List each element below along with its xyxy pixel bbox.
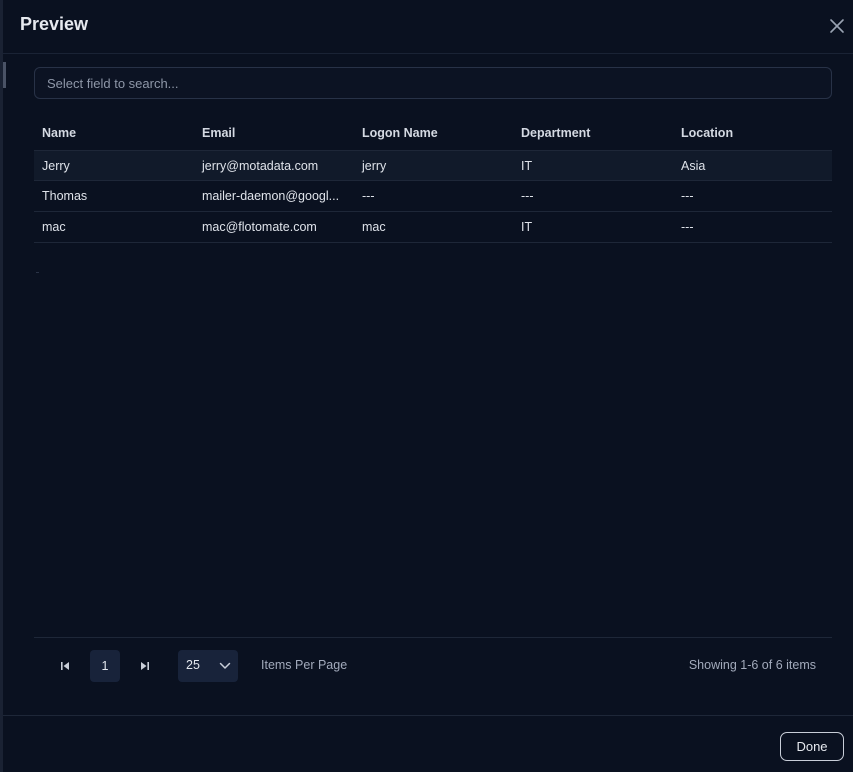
last-page-button[interactable] (137, 658, 153, 674)
cell-email: mac@flotomate.com (202, 220, 317, 234)
divider (3, 715, 853, 716)
items-per-page-value: 25 (186, 658, 200, 672)
items-per-page-select[interactable]: 25 (178, 650, 238, 682)
done-button[interactable]: Done (780, 732, 844, 761)
table-row[interactable]: mac mac@flotomate.com mac IT --- (34, 212, 832, 243)
cell-name: Jerry (42, 158, 70, 173)
divider (34, 637, 832, 638)
showing-items-text: Showing 1-6 of 6 items (688, 658, 816, 672)
pagination: 1 25 Items Per Page Showing 1-6 of 6 ite… (3, 650, 853, 682)
preview-dialog: Preview Name Email Logon Name Department… (0, 0, 853, 772)
close-button[interactable] (825, 14, 849, 38)
column-header-logon-name[interactable]: Logon Name (354, 126, 513, 140)
table-header: Name Email Logon Name Department Locatio… (34, 116, 832, 150)
items-per-page-label: Items Per Page (261, 658, 348, 672)
cell-department: --- (521, 189, 534, 203)
cell-logon-name: mac (362, 220, 386, 234)
cell-department: IT (521, 158, 533, 173)
first-page-icon (61, 662, 69, 670)
preview-table: Name Email Logon Name Department Locatio… (34, 116, 832, 243)
column-header-location[interactable]: Location (673, 126, 832, 140)
table-row[interactable]: Jerry jerry@motadata.com jerry IT Asia (34, 150, 832, 181)
last-page-icon (141, 662, 149, 670)
cell-email: mailer-daemon@googl... (202, 189, 340, 203)
cell-name: Thomas (42, 189, 88, 203)
cell-department: IT (521, 220, 533, 234)
page-number-button[interactable]: 1 (90, 650, 120, 682)
cell-email: jerry@motadata.com (202, 158, 319, 173)
divider (36, 272, 39, 273)
resize-handle (3, 62, 6, 88)
dialog-title: Preview (20, 14, 89, 34)
table-row[interactable]: Thomas mailer-daemon@googl... --- --- --… (34, 181, 832, 212)
first-page-button[interactable] (57, 658, 73, 674)
search-input[interactable] (34, 67, 832, 99)
cell-location: --- (681, 220, 694, 234)
column-header-email[interactable]: Email (194, 126, 354, 140)
dialog-header: Preview (3, 0, 853, 54)
column-header-department[interactable]: Department (513, 126, 673, 140)
chevron-down-icon (219, 662, 231, 669)
cell-location: Asia (681, 158, 706, 173)
cell-location: --- (681, 189, 694, 203)
close-icon (830, 19, 844, 33)
cell-name: mac (42, 220, 66, 234)
column-header-name[interactable]: Name (34, 126, 194, 140)
cell-logon-name: --- (362, 189, 375, 203)
cell-logon-name: jerry (362, 158, 387, 173)
